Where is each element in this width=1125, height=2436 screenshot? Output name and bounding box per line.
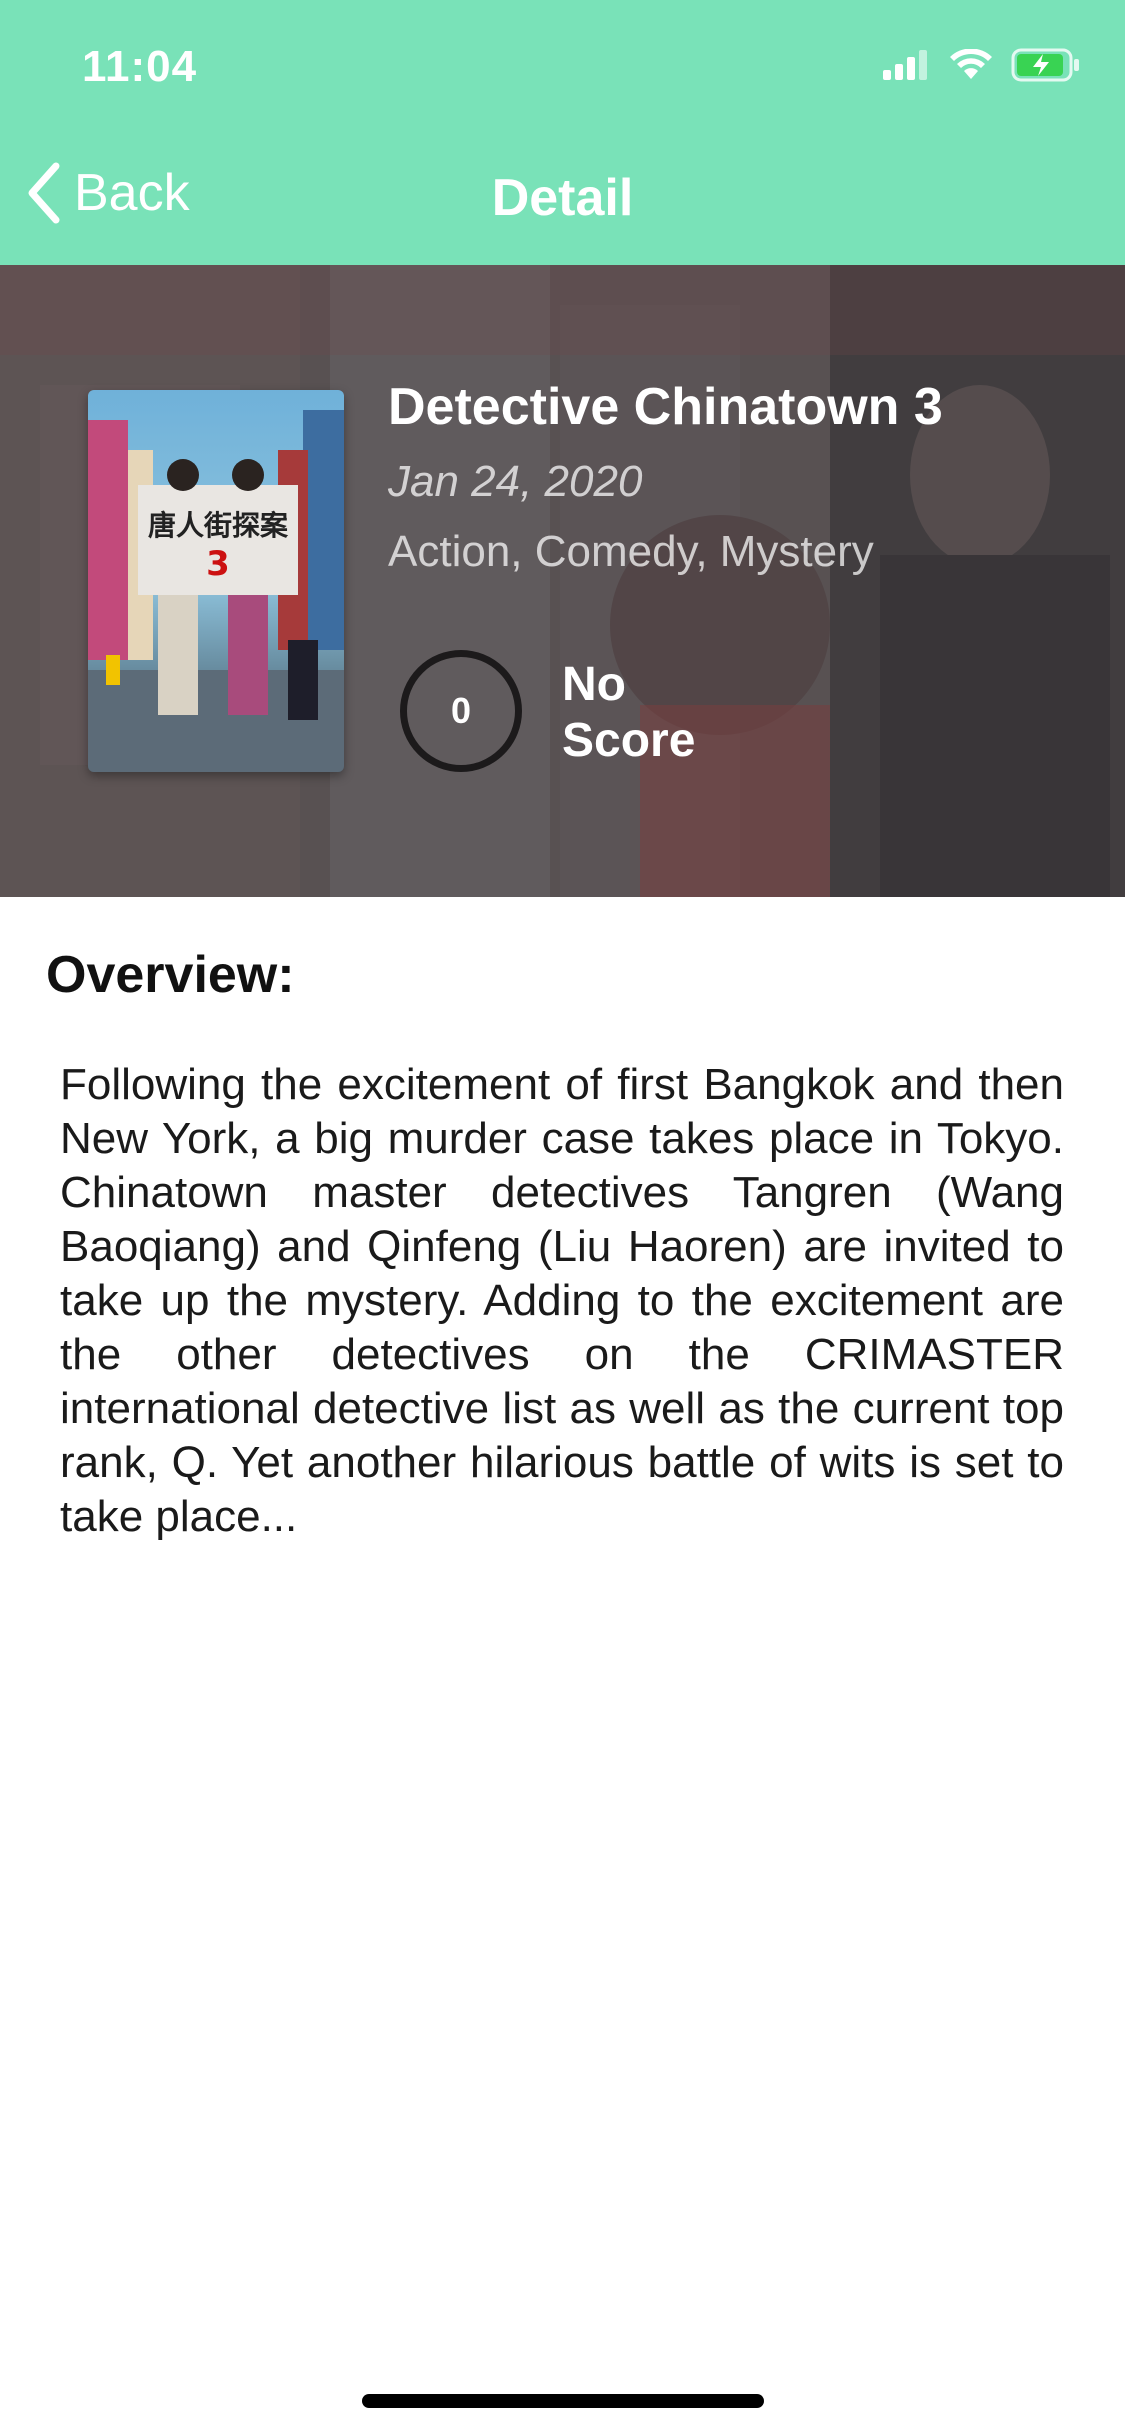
overview-text: Following the excitement of first Bangko… <box>60 1060 1064 1541</box>
status-icons <box>883 48 1081 82</box>
movie-hero: 唐人街探案 3 Detective Chinatown 3 Jan 24, 20… <box>0 265 1125 897</box>
score-label: No Score <box>562 658 696 767</box>
overview-heading: Overview: <box>46 946 295 1004</box>
cellular-signal-icon <box>883 50 927 80</box>
movie-poster: 唐人街探案 3 <box>88 390 344 772</box>
page-title: Detail <box>491 169 634 227</box>
navigation-header: 11:04 Back Detail <box>0 0 1125 265</box>
score-ring: 0 <box>400 650 522 772</box>
svg-text:3: 3 <box>206 544 230 584</box>
status-time: 11:04 <box>82 42 198 91</box>
release-date: Jan 24, 2020 <box>388 457 643 506</box>
svg-text:唐人街探案: 唐人街探案 <box>148 509 289 542</box>
poster-artwork: 唐人街探案 3 <box>88 390 344 772</box>
score-value: 0 <box>450 690 472 731</box>
movie-title: Detective Chinatown 3 <box>388 378 943 436</box>
home-indicator[interactable] <box>362 2394 764 2408</box>
wifi-icon <box>950 49 992 79</box>
movie-genres: Action, Comedy, Mystery <box>388 527 874 576</box>
battery-charging-icon <box>1011 48 1079 82</box>
